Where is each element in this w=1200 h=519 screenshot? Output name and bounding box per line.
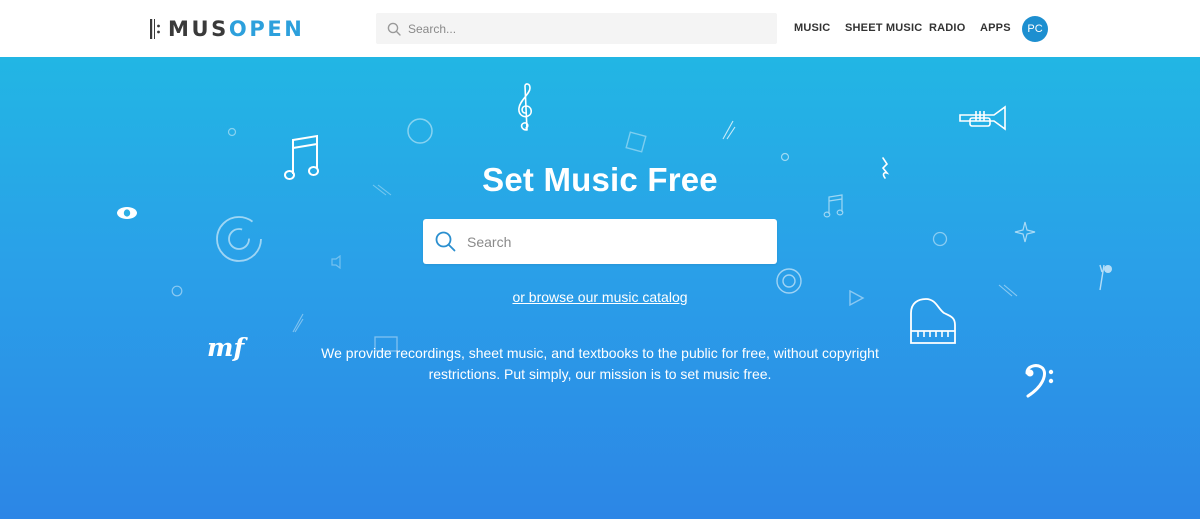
- square-outline-icon: [624, 130, 648, 154]
- slash-mark-icon: [721, 119, 737, 141]
- trumpet-icon: [958, 105, 1008, 131]
- nav-item-radio[interactable]: RADIO: [929, 22, 965, 34]
- hero-title: Set Music Free: [482, 161, 718, 198]
- header-search-bar: [376, 13, 777, 44]
- logo-text-open: OPEN: [228, 17, 305, 41]
- mission-line-1: We provide recordings, sheet music, and …: [321, 345, 879, 361]
- circle-outline-icon: [406, 117, 434, 145]
- musopen-logo[interactable]: MUSOPEN: [150, 16, 304, 42]
- user-avatar[interactable]: PC: [1022, 16, 1048, 42]
- sparkle-icon: [1014, 221, 1036, 243]
- nav-item-music[interactable]: MUSIC: [794, 22, 830, 34]
- logo-text-mus: MUS: [168, 17, 229, 41]
- eye-icon: [116, 206, 138, 220]
- nav-item-apps[interactable]: APPS: [980, 22, 1011, 34]
- bass-clef-icon: [1024, 363, 1056, 399]
- dynamic-mark-mf: mf: [207, 333, 245, 362]
- flag-note-icon: [1096, 262, 1114, 292]
- nav-item-sheet-music[interactable]: SHEET MUSIC: [845, 22, 922, 34]
- hero-search-input[interactable]: [467, 219, 777, 264]
- search-icon: [387, 22, 401, 36]
- header-search-input[interactable]: [408, 13, 777, 44]
- treble-clef-icon: [516, 82, 536, 132]
- hero-section: mf Set Music Free or browse our music ca…: [0, 57, 1200, 519]
- dot-outline-icon: [227, 127, 237, 137]
- hero-search-bar: [423, 219, 777, 264]
- ring-target-icon: [214, 214, 264, 264]
- site-header: MUSOPEN MUSIC SHEET MUSIC RADIO APPS PC: [0, 0, 1200, 57]
- logo-mark-icon: [150, 19, 162, 39]
- logo-wordmark: MUSOPEN: [168, 16, 304, 42]
- mission-line-2: restrictions. Put simply, our mission is…: [428, 366, 772, 382]
- circle-outline-icon: [932, 231, 948, 247]
- slash-mark-icon: [292, 313, 304, 333]
- search-icon: [435, 231, 456, 252]
- speaker-icon: [330, 255, 346, 269]
- browse-catalog-link[interactable]: or browse our music catalog: [512, 289, 687, 305]
- browse-catalog-link-row: or browse our music catalog: [0, 289, 1200, 305]
- mission-statement: We provide recordings, sheet music, and …: [300, 343, 900, 385]
